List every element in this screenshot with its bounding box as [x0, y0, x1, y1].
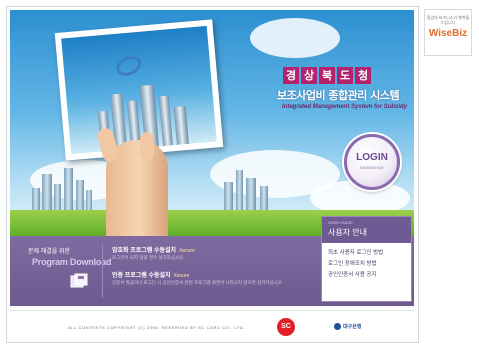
agency-title: 경 상 북 도 청 — [283, 67, 371, 84]
title-char: 상 — [301, 67, 317, 84]
crypto-install-desc: 로그인이 되지 않을 경우 설치하십시오. — [112, 255, 185, 260]
download-disk-icon[interactable] — [70, 273, 88, 289]
user-guide-header: USER GUIDE 사용자 안내 — [322, 217, 411, 243]
cert-install-link[interactable]: 인증 프로그램 수동설치 Xecure — [112, 270, 189, 279]
copyright-text: ALL CONTENTS COPYRIGHT (C) 2006, RESERVE… — [68, 325, 246, 330]
user-guide-eyebrow: USER GUIDE — [328, 220, 353, 225]
login-sublabel: KWANGHOE — [360, 165, 384, 170]
user-guide-title: 사용자 안내 — [328, 228, 368, 237]
user-guide-panel: USER GUIDE 사용자 안내 최초 사용자 로그인 방법 로그인 장애조치… — [321, 216, 412, 302]
crypto-install-tag: Xecure — [179, 248, 195, 254]
login-button[interactable]: LOGIN KWANGHOE — [344, 134, 400, 190]
hand-image — [95, 126, 168, 236]
title-char: 경 — [283, 67, 299, 84]
title-char: 도 — [337, 67, 353, 84]
daegu-bank-logo[interactable]: 대구은행 — [334, 323, 362, 331]
band-divider — [102, 244, 103, 298]
crypto-install-title: 암호화 프로그램 수동설치 — [112, 248, 177, 254]
cert-install-title: 인증 프로그램 수동설치 — [112, 273, 171, 279]
globe-logo-icon — [113, 52, 145, 80]
bank-emblem-icon — [334, 323, 341, 331]
sc-logo[interactable]: SC — [277, 318, 295, 336]
system-english-title: Integrated Management System for Subsidy — [282, 104, 408, 110]
title-char: 청 — [355, 67, 371, 84]
cert-install-desc: 인증서 발급이나 로그인 시 공인인증서 관련 프로그램 화면이 나타나지 않으… — [112, 280, 284, 285]
guide-link-certificate-notice[interactable]: 공인인증서 사용 공지 — [322, 270, 411, 281]
crypto-install-link[interactable]: 암호화 프로그램 수동설치 Xecure — [112, 245, 195, 254]
guide-link-first-login[interactable]: 최초 사용자 로그인 방법 — [322, 248, 411, 259]
login-label: LOGIN — [356, 152, 388, 163]
download-caption: 문제 해결을 위한 — [28, 249, 70, 255]
hero-banner: 경 상 북 도 청 보조사업비 종합관리 시스템 Integrated Mana… — [10, 10, 414, 236]
daegu-bank-label: 대구은행 — [343, 324, 362, 330]
wisebiz-logo: WiseBiz — [428, 28, 468, 39]
footer: ALL CONTENTS COPYRIGHT (C) 2006, RESERVE… — [10, 310, 414, 338]
system-title: 보조사업비 종합관리 시스템 — [277, 89, 400, 102]
cert-install-tag: Xecure — [173, 273, 190, 279]
title-char: 북 — [319, 67, 335, 84]
program-download-link[interactable]: Program Download — [32, 257, 112, 267]
wisebiz-badge[interactable]: 협업의 비즈니스가 행복을 드립니다 WiseBiz — [424, 9, 472, 56]
guide-link-login-troubleshoot[interactable]: 로그인 장애조치 방법 — [322, 259, 411, 270]
wisebiz-tagline: 협업의 비즈니스가 행복을 드립니다 — [426, 15, 470, 25]
